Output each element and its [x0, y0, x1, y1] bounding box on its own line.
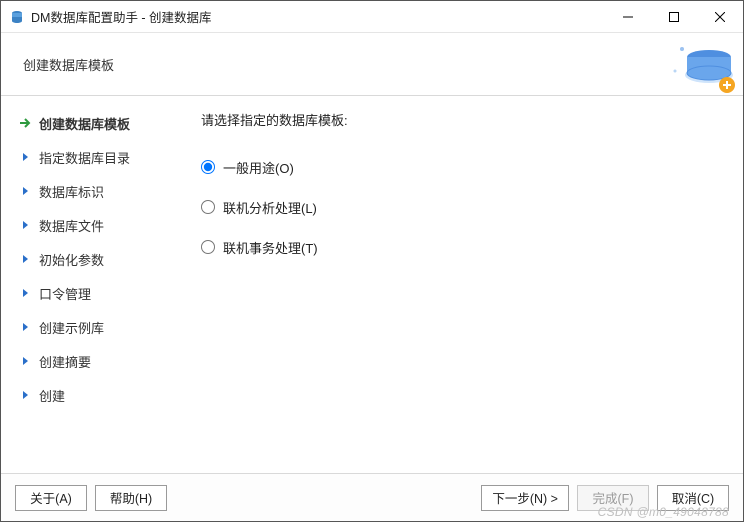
window-title: DM数据库配置助手 - 创建数据库: [31, 7, 212, 26]
help-button[interactable]: 帮助(H): [95, 485, 167, 511]
cancel-button[interactable]: 取消(C): [657, 485, 729, 511]
finish-button: 完成(F): [577, 485, 649, 511]
wizard-body: 创建数据库模板 指定数据库目录 数据库标识 数据库文件: [1, 96, 743, 473]
step-create[interactable]: 创建: [11, 378, 177, 412]
chevron-right-icon: [17, 220, 33, 230]
template-radio-olap[interactable]: [201, 200, 215, 214]
step-password-manage[interactable]: 口令管理: [11, 276, 177, 310]
step-label: 指定数据库目录: [39, 148, 130, 167]
step-summary[interactable]: 创建摘要: [11, 344, 177, 378]
step-sample-db[interactable]: 创建示例库: [11, 310, 177, 344]
chevron-right-icon: [17, 390, 33, 400]
template-radio-oltp[interactable]: [201, 240, 215, 254]
template-radio-general[interactable]: [201, 160, 215, 174]
step-specify-directory[interactable]: 指定数据库目录: [11, 140, 177, 174]
step-create-template[interactable]: 创建数据库模板: [11, 106, 177, 140]
step-label: 创建摘要: [39, 352, 91, 371]
step-label: 创建示例库: [39, 318, 104, 337]
step-init-params[interactable]: 初始化参数: [11, 242, 177, 276]
content-pane: 请选择指定的数据库模板: 一般用途(O) 联机分析处理(L) 联机事务处理(T): [181, 96, 743, 473]
template-option-general[interactable]: 一般用途(O): [201, 147, 723, 187]
step-database-id[interactable]: 数据库标识: [11, 174, 177, 208]
wizard-window: DM数据库配置助手 - 创建数据库 创建数据库模板: [0, 0, 744, 522]
template-option-oltp[interactable]: 联机事务处理(T): [201, 227, 723, 267]
database-illustration-icon: [647, 31, 737, 105]
chevron-right-icon: [17, 288, 33, 298]
step-label: 口令管理: [39, 284, 91, 303]
close-button[interactable]: [697, 1, 743, 32]
titlebar: DM数据库配置助手 - 创建数据库: [1, 1, 743, 33]
wizard-header: 创建数据库模板: [1, 33, 743, 95]
step-database-files[interactable]: 数据库文件: [11, 208, 177, 242]
chevron-right-icon: [17, 254, 33, 264]
chevron-right-icon: [17, 356, 33, 366]
template-prompt: 请选择指定的数据库模板:: [201, 110, 723, 129]
minimize-button[interactable]: [605, 1, 651, 32]
template-option-label: 联机事务处理(T): [223, 238, 318, 257]
template-option-label: 联机分析处理(L): [223, 198, 317, 217]
maximize-button[interactable]: [651, 1, 697, 32]
template-option-label: 一般用途(O): [223, 158, 294, 177]
chevron-right-icon: [17, 322, 33, 332]
app-icon: [9, 9, 25, 25]
chevron-right-icon: [17, 152, 33, 162]
step-sidebar: 创建数据库模板 指定数据库目录 数据库标识 数据库文件: [1, 96, 181, 473]
next-button[interactable]: 下一步(N) >: [481, 485, 569, 511]
header-subtitle: 创建数据库模板: [23, 55, 114, 74]
template-option-olap[interactable]: 联机分析处理(L): [201, 187, 723, 227]
arrow-right-icon: [17, 116, 33, 130]
step-label: 初始化参数: [39, 250, 104, 269]
step-label: 创建: [39, 386, 65, 405]
about-button[interactable]: 关于(A): [15, 485, 87, 511]
step-label: 数据库标识: [39, 182, 104, 201]
wizard-footer: 关于(A) 帮助(H) 下一步(N) > 完成(F) 取消(C) CSDN @m…: [1, 473, 743, 521]
step-label: 数据库文件: [39, 216, 104, 235]
step-label: 创建数据库模板: [39, 114, 130, 133]
chevron-right-icon: [17, 186, 33, 196]
